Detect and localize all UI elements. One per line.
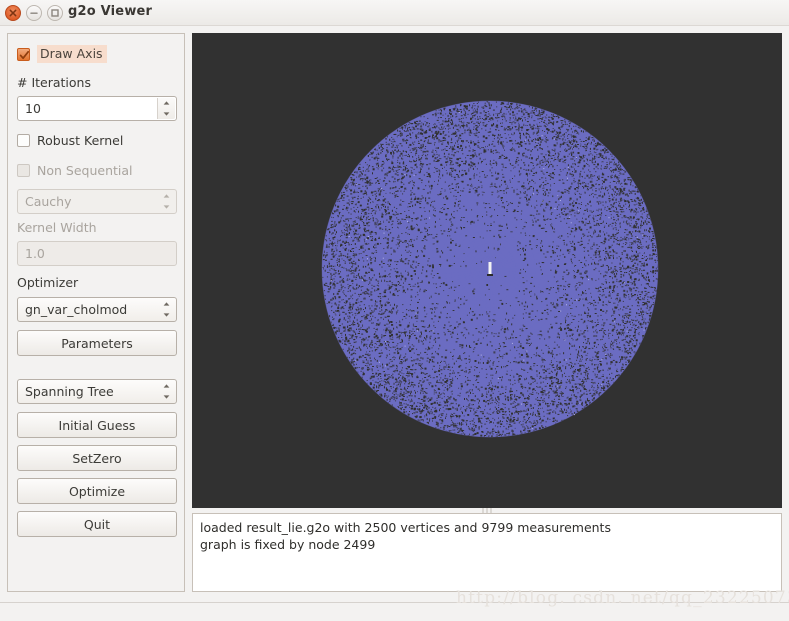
log-line: loaded result_lie.g2o with 2500 vertices… [200, 520, 611, 535]
checkbox-checked-icon [17, 47, 30, 61]
non-sequential-label: Non Sequential [37, 162, 133, 178]
iterations-input[interactable]: 10 [17, 96, 177, 121]
log-console[interactable]: loaded result_lie.g2o with 2500 vertices… [192, 513, 782, 592]
kernel-width-value: 1.0 [25, 246, 45, 261]
title-bar: g2o Viewer [0, 0, 789, 26]
quit-button[interactable]: Quit [17, 511, 177, 537]
chevron-down-icon [163, 112, 170, 116]
chevron-down-icon [163, 313, 169, 317]
maximize-icon[interactable] [47, 5, 63, 21]
checkbox-unchecked-disabled-icon [17, 163, 30, 177]
graph-render [192, 33, 782, 508]
optimizer-stepper[interactable] [157, 299, 175, 320]
parameters-button[interactable]: Parameters [17, 330, 177, 356]
initial-guess-button[interactable]: Initial Guess [17, 412, 177, 438]
guess-method-value: Spanning Tree [25, 384, 114, 399]
iterations-value: 10 [25, 101, 41, 116]
robust-kernel-checkbox[interactable]: Robust Kernel [17, 131, 123, 149]
guess-method-select[interactable]: Spanning Tree [17, 379, 177, 404]
kernel-width-input: 1.0 [17, 241, 177, 266]
window-title: g2o Viewer [68, 4, 153, 19]
draw-axis-label: Draw Axis [37, 45, 107, 63]
optimize-button[interactable]: Optimize [17, 478, 177, 504]
iterations-stepper[interactable] [157, 98, 175, 119]
chevron-up-icon [163, 194, 169, 198]
guess-method-stepper[interactable] [157, 381, 175, 402]
chevron-up-icon [163, 302, 169, 306]
kernel-type-value: Cauchy [25, 194, 72, 209]
chevron-down-icon [163, 205, 169, 209]
optimizer-value: gn_var_cholmod [25, 302, 128, 317]
kernel-width-label: Kernel Width [17, 220, 97, 235]
chevron-down-icon [163, 395, 169, 399]
kernel-type-select: Cauchy [17, 189, 177, 214]
minimize-icon[interactable] [26, 5, 42, 21]
set-zero-button[interactable]: SetZero [17, 445, 177, 471]
iterations-label: # Iterations [17, 75, 91, 90]
close-icon[interactable] [5, 5, 21, 21]
optimizer-label: Optimizer [17, 275, 79, 290]
log-line: graph is fixed by node 2499 [200, 537, 376, 552]
draw-axis-checkbox[interactable]: Draw Axis [17, 45, 107, 63]
chevron-up-icon [163, 101, 170, 105]
chevron-up-icon [163, 384, 169, 388]
checkbox-unchecked-icon [17, 133, 30, 147]
kernel-type-stepper [157, 191, 175, 212]
watermark-text: http://blog. csdn. net/qq_23225073 [456, 588, 789, 608]
optimizer-select[interactable]: gn_var_cholmod [17, 297, 177, 322]
main-window: g2o Viewer Draw Axis # Iterations 10 Rob… [0, 0, 789, 603]
non-sequential-checkbox: Non Sequential [17, 161, 133, 179]
control-sidebar: Draw Axis # Iterations 10 Robust Kernel … [7, 33, 185, 592]
graph-viewport[interactable] [192, 33, 782, 508]
robust-kernel-label: Robust Kernel [37, 132, 124, 148]
